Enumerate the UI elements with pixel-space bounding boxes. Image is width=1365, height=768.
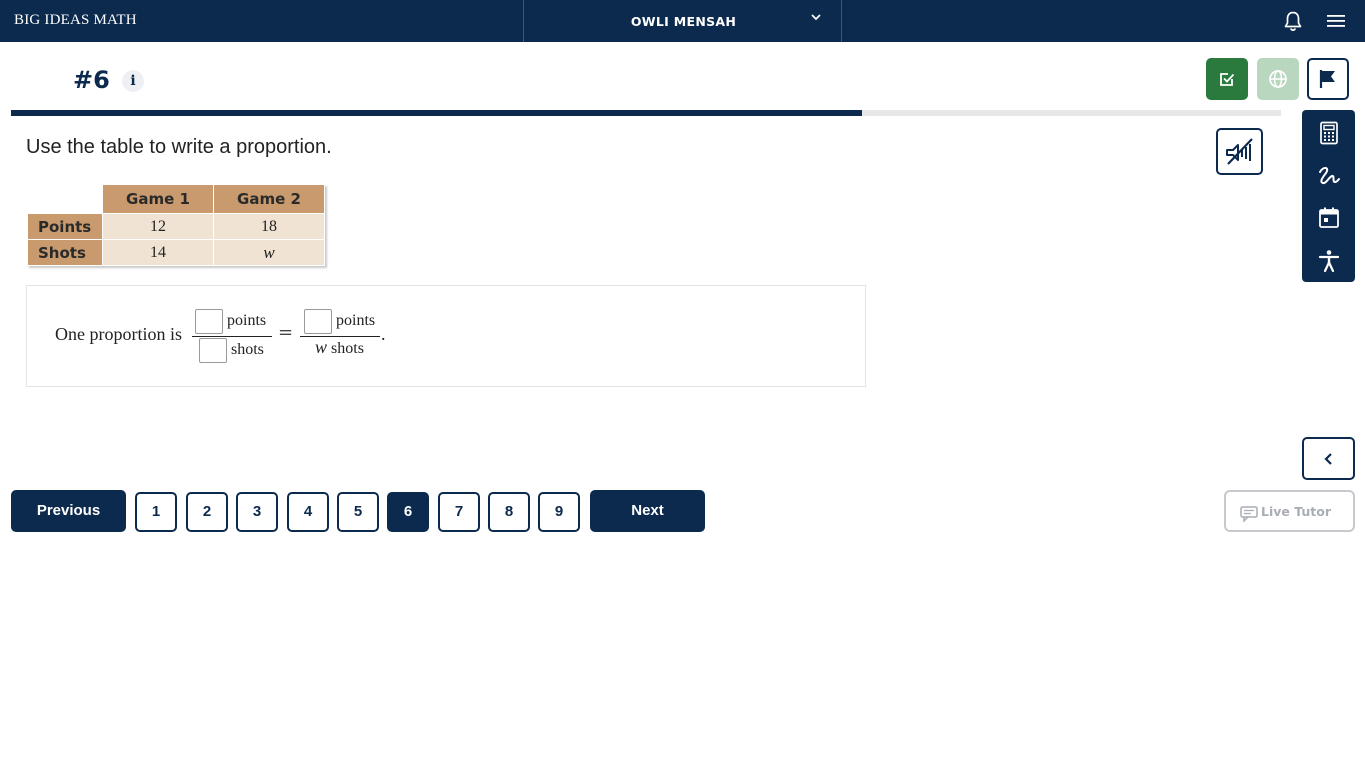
chat-icon <box>1240 506 1258 522</box>
fraction-unit: points <box>336 312 376 330</box>
next-button[interactable]: Next <box>590 490 705 532</box>
denominator-input-1[interactable] <box>199 338 227 363</box>
language-button[interactable] <box>1257 58 1299 100</box>
page-button-8[interactable]: 8 <box>488 492 530 532</box>
table-row-header: Shots <box>27 239 103 266</box>
top-bar: BIG IDEAS MATH OWLI MENSAH <box>0 0 1365 42</box>
fraction-unit: points <box>227 312 267 330</box>
tools-panel <box>1302 110 1355 282</box>
fraction-bar <box>192 336 272 337</box>
table-row-header: Points <box>27 213 103 240</box>
page-button-7[interactable]: 7 <box>438 492 480 532</box>
table-corner <box>27 184 103 214</box>
progress-fill <box>11 110 862 116</box>
info-icon[interactable]: i <box>122 70 144 92</box>
page-button-1[interactable]: 1 <box>135 492 177 532</box>
hamburger-menu-icon[interactable] <box>1326 12 1346 30</box>
collapse-panel-button[interactable] <box>1302 437 1355 480</box>
user-name: OWLI MENSAH <box>630 14 737 29</box>
answer-area: One proportion is points shots = points … <box>26 285 866 387</box>
flag-question-button[interactable] <box>1307 58 1349 100</box>
table-column-header: Game 1 <box>102 184 214 214</box>
table-cell: 14 <box>102 239 214 266</box>
fraction-unit: shots <box>231 341 264 359</box>
page-button-2[interactable]: 2 <box>186 492 228 532</box>
live-tutor-button[interactable]: Live Tutor <box>1224 490 1355 532</box>
table-cell: 12 <box>102 213 214 240</box>
equals-sign: = <box>278 322 294 343</box>
globe-icon <box>1269 70 1287 88</box>
question-number: #6 <box>73 66 110 94</box>
table-cell: w <box>213 239 325 266</box>
scribble-icon[interactable] <box>1316 163 1342 189</box>
page-button-6[interactable]: 6 <box>387 492 429 532</box>
progress-bar <box>11 110 1281 116</box>
numerator-input-2[interactable] <box>304 309 332 334</box>
previous-button[interactable]: Previous <box>11 490 126 532</box>
calendar-icon[interactable] <box>1316 205 1342 231</box>
audio-toggle-button[interactable] <box>1216 128 1263 175</box>
question-prompt: Use the table to write a proportion. <box>26 136 332 158</box>
calculator-icon[interactable] <box>1316 120 1342 146</box>
accessibility-icon[interactable] <box>1316 248 1342 274</box>
sentence-period: . <box>381 324 386 344</box>
bell-icon[interactable] <box>1282 10 1304 32</box>
page-button-4[interactable]: 4 <box>287 492 329 532</box>
page-button-5[interactable]: 5 <box>337 492 379 532</box>
answer-lead-text: One proportion is <box>55 324 182 344</box>
flag-icon <box>1319 70 1335 88</box>
page-button-3[interactable]: 3 <box>236 492 278 532</box>
chevron-down-icon <box>811 14 821 21</box>
fraction-unit: shots <box>331 340 364 357</box>
data-table: Game 1 Game 2 Points 12 18 Shots 14 w <box>27 184 325 266</box>
table-row: Shots 14 w <box>27 239 325 266</box>
live-tutor-label: Live Tutor <box>1261 504 1332 519</box>
variable-w: w <box>315 337 328 357</box>
audio-muted-icon <box>1226 138 1253 165</box>
check-square-icon <box>1220 73 1235 86</box>
table-row: Points 12 18 <box>27 213 325 240</box>
table-cell: 18 <box>213 213 325 240</box>
page-button-9[interactable]: 9 <box>538 492 580 532</box>
user-menu[interactable]: OWLI MENSAH <box>523 0 842 42</box>
numerator-input-1[interactable] <box>195 309 223 334</box>
check-answer-button[interactable] <box>1206 58 1248 100</box>
brand-logo-text[interactable]: BIG IDEAS MATH <box>14 12 137 29</box>
chevron-left-icon <box>1324 453 1332 465</box>
table-column-header: Game 2 <box>213 184 325 214</box>
